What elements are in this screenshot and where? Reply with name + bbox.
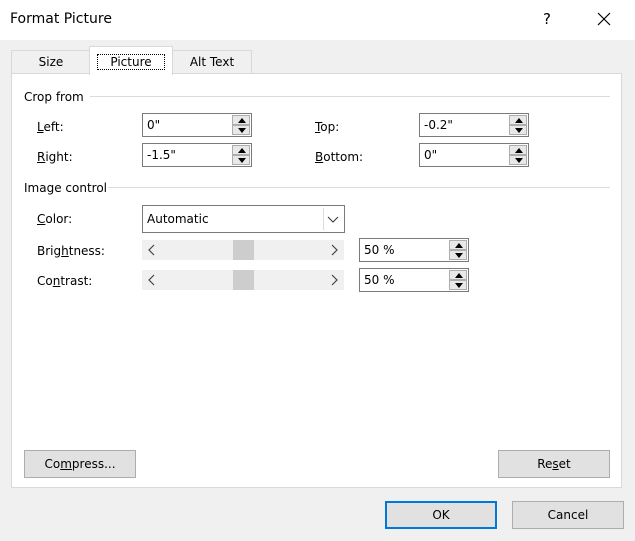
crop-right-up-button[interactable] — [232, 145, 250, 155]
cancel-button[interactable]: Cancel — [512, 501, 624, 529]
tab-picture-label: Picture — [97, 54, 165, 70]
brightness-up-button[interactable] — [449, 240, 467, 250]
chevron-down-icon — [327, 216, 339, 223]
brightness-stepper[interactable]: 50 % — [359, 238, 469, 262]
tab-size-label: Size — [38, 55, 64, 69]
tab-alt-text-label: Alt Text — [189, 55, 235, 69]
triangle-up-icon — [455, 243, 463, 248]
crop-bottom-down-button[interactable] — [509, 155, 527, 165]
tab-picture[interactable]: Picture — [89, 46, 173, 75]
brightness-label: Brightness: — [37, 244, 105, 258]
crop-left-value[interactable]: 0" — [147, 118, 160, 132]
contrast-slider[interactable] — [142, 270, 344, 290]
brightness-slider-thumb[interactable] — [232, 240, 254, 260]
color-dropdown-value: Automatic — [147, 212, 209, 226]
image-control-group-divider — [108, 187, 610, 188]
brightness-slider[interactable] — [142, 240, 344, 260]
tab-size[interactable]: Size — [11, 50, 91, 74]
contrast-down-button[interactable] — [449, 280, 467, 290]
brightness-down-button[interactable] — [449, 250, 467, 260]
crop-right-stepper[interactable]: -1.5" — [142, 143, 252, 167]
color-label: Color: — [37, 212, 73, 226]
tab-alt-text[interactable]: Alt Text — [172, 50, 252, 74]
crop-top-down-button[interactable] — [509, 125, 527, 135]
chevron-left-icon[interactable] — [147, 274, 157, 286]
chevron-right-icon[interactable] — [329, 274, 339, 286]
close-icon — [597, 12, 611, 26]
triangle-up-icon — [455, 273, 463, 278]
dialog-title: Format Picture — [10, 11, 112, 27]
chevron-right-icon[interactable] — [329, 244, 339, 256]
contrast-value[interactable]: 50 % — [364, 273, 395, 287]
triangle-down-icon — [238, 128, 246, 133]
triangle-down-icon — [515, 128, 523, 133]
crop-top-up-button[interactable] — [509, 115, 527, 125]
crop-bottom-stepper[interactable]: 0" — [419, 143, 529, 167]
crop-group-label: Crop from — [24, 90, 84, 104]
triangle-down-icon — [455, 253, 463, 258]
compress-button[interactable]: Compress... — [24, 450, 136, 478]
help-button[interactable]: ? — [530, 4, 564, 34]
crop-right-down-button[interactable] — [232, 155, 250, 165]
ok-button[interactable]: OK — [385, 501, 497, 529]
triangle-up-icon — [238, 118, 246, 123]
crop-top-value[interactable]: -0.2" — [424, 118, 453, 132]
triangle-down-icon — [455, 283, 463, 288]
triangle-up-icon — [238, 148, 246, 153]
reset-button[interactable]: Reset — [498, 450, 610, 478]
triangle-up-icon — [515, 118, 523, 123]
crop-left-down-button[interactable] — [232, 125, 250, 135]
crop-left-up-button[interactable] — [232, 115, 250, 125]
contrast-slider-thumb[interactable] — [232, 270, 254, 290]
crop-left-stepper[interactable]: 0" — [142, 113, 252, 137]
crop-bottom-value[interactable]: 0" — [424, 148, 437, 162]
triangle-down-icon — [515, 158, 523, 163]
crop-top-label: Top: — [315, 120, 340, 134]
close-button[interactable] — [585, 4, 623, 34]
image-control-group-label: Image control — [24, 181, 107, 195]
crop-right-label: Right: — [37, 150, 73, 164]
crop-top-stepper[interactable]: -0.2" — [419, 113, 529, 137]
chevron-left-icon[interactable] — [147, 244, 157, 256]
crop-right-value[interactable]: -1.5" — [147, 148, 176, 162]
triangle-down-icon — [238, 158, 246, 163]
crop-left-label: Left: — [37, 120, 64, 134]
contrast-up-button[interactable] — [449, 270, 467, 280]
color-dropdown[interactable]: Automatic — [142, 205, 345, 233]
crop-bottom-up-button[interactable] — [509, 145, 527, 155]
crop-bottom-label: Bottom: — [315, 150, 364, 164]
help-icon: ? — [543, 10, 551, 28]
crop-group-divider — [90, 96, 610, 97]
triangle-up-icon — [515, 148, 523, 153]
contrast-label: Contrast: — [37, 274, 93, 288]
contrast-stepper[interactable]: 50 % — [359, 268, 469, 292]
color-dropdown-button[interactable] — [323, 208, 342, 230]
brightness-value[interactable]: 50 % — [364, 243, 395, 257]
